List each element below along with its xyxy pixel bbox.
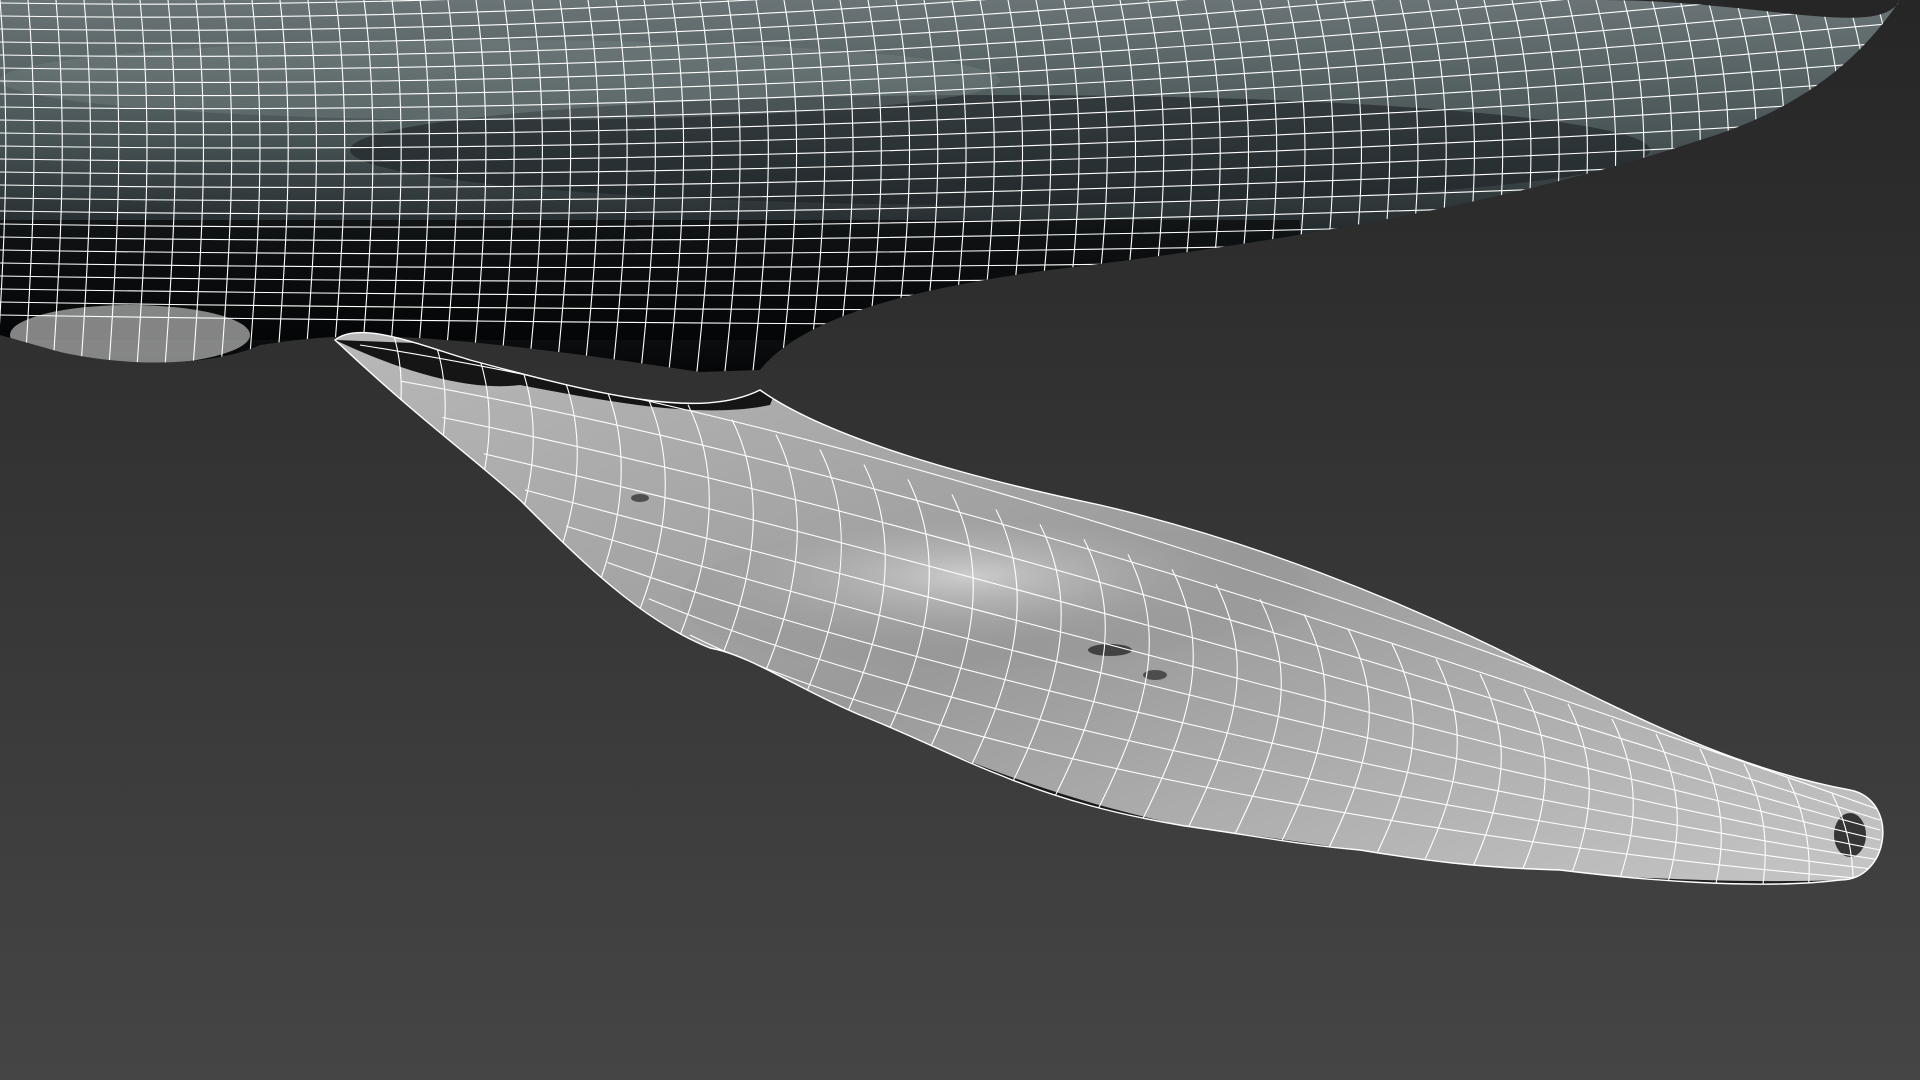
whale-model-scene[interactable] bbox=[0, 0, 1920, 1080]
3d-viewport[interactable] bbox=[0, 0, 1920, 1080]
